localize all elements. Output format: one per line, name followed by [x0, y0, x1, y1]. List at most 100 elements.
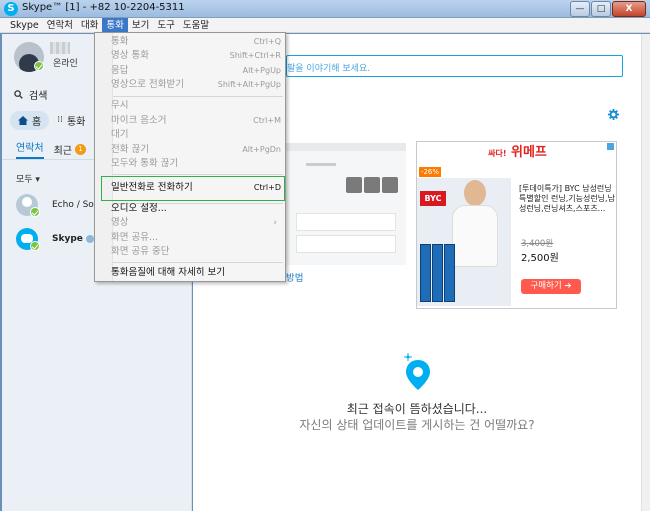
call-tab[interactable]: ⁞⁞ 통화	[57, 113, 85, 128]
minimize-button[interactable]: —	[570, 1, 590, 17]
menu-item-mute[interactable]: 마이크 음소거 Ctrl+M	[111, 114, 283, 128]
menu-item-label: 화면 공유 중단	[111, 246, 170, 257]
ad-buy-button[interactable]: 구매하기 ➔	[521, 279, 581, 294]
ad-packages	[420, 244, 456, 302]
menu-item-share-screen[interactable]: 화면 공유...	[111, 231, 283, 245]
search-row[interactable]: 검색	[14, 86, 47, 102]
menu-item-shortcut: Ctrl+Q	[253, 37, 281, 46]
call-menu-dropdown: 통화 Ctrl+Q 영상 통화 Shift+Ctrl+R 응답 Alt+PgUp 영상…	[94, 32, 286, 282]
location-pin-icon	[404, 353, 430, 390]
menu-contacts[interactable]: 연락처	[43, 18, 77, 33]
search-label: 검색	[29, 90, 48, 102]
menu-item-label: 오디오 설정...	[111, 203, 167, 214]
contact-name-text: Skype	[52, 234, 83, 244]
menu-item-hold[interactable]: 대기	[111, 128, 283, 142]
call-tab-label: 통화	[66, 116, 86, 128]
menu-item-hang-up[interactable]: 전화 끊기 Alt+PgDn	[111, 143, 283, 157]
menu-item-label: 전화 끊기	[111, 144, 149, 155]
menu-item-shortcut: Ctrl+D	[253, 183, 281, 192]
ad-package	[420, 244, 431, 302]
ad-package	[444, 244, 455, 302]
menu-call[interactable]: 통화	[102, 18, 128, 33]
maximize-button[interactable]: □	[591, 1, 611, 17]
menu-separator	[113, 262, 283, 263]
contact-item-echo[interactable]: Echo / Sou	[16, 194, 100, 217]
nav-row: 홈 ⁞⁞ 통화	[10, 110, 85, 130]
online-status-icon	[30, 207, 40, 217]
how-to-link[interactable]: 방법	[286, 270, 303, 284]
menu-tools[interactable]: 도구	[153, 18, 178, 33]
menu-help[interactable]: 도움말	[179, 18, 213, 33]
verified-icon	[85, 234, 94, 243]
contact-filter-dropdown[interactable]: 모두 ▾	[16, 172, 40, 185]
search-icon	[14, 89, 23, 99]
menu-item-video-call[interactable]: 영상 통화 Shift+Ctrl+R	[111, 49, 283, 63]
ad-logo: BYC	[420, 191, 446, 206]
tab-recent[interactable]: 최근 1	[53, 142, 87, 157]
contact-item-skype[interactable]: Skype	[16, 228, 94, 251]
ad-product-image[interactable]: BYC	[417, 178, 511, 306]
menu-item-shortcut: Alt+PgDn	[242, 145, 281, 154]
online-status-icon	[34, 61, 44, 71]
menu-bar: Skype 연락처 대화 통화 보기 도구 도움말	[0, 18, 650, 33]
menu-item-label: 영상으로 전화받기	[111, 79, 184, 90]
ad-old-price: 3,400원	[521, 239, 554, 249]
menu-skype[interactable]: Skype	[6, 18, 43, 33]
home-label: 홈	[32, 116, 42, 128]
menu-item-audio-settings[interactable]: 오디오 설정...	[111, 202, 283, 216]
menu-item-label: 영상 통화	[111, 50, 149, 61]
menu-item-shortcut: Ctrl+M	[253, 116, 281, 125]
my-name-blurred	[50, 42, 70, 54]
preview-header	[286, 143, 406, 151]
menu-item-label: 대기	[111, 129, 129, 140]
tab-recent-label: 최근	[53, 145, 73, 157]
menu-item-call-phone[interactable]: 일반전화로 전화하기 Ctrl+D	[111, 181, 283, 195]
advertisement[interactable]: 싸다! 위메프 -26% BYC [투데이특가] BYC 남성런닝 특별할인 런…	[416, 141, 617, 309]
empty-state-title: 최근 접속이 뜸하셨습니다...	[346, 402, 488, 416]
gear-icon[interactable]	[608, 109, 619, 120]
menu-item-call[interactable]: 통화 Ctrl+Q	[111, 35, 283, 49]
preview-thumb	[364, 177, 380, 193]
home-button[interactable]: 홈	[10, 110, 50, 130]
menu-item-hang-up-all[interactable]: 모두와 통화 끊기	[111, 157, 283, 171]
menu-item-label: 무시	[111, 100, 129, 111]
window-title: Skype™ [1] - +82 10-2204-5311	[22, 2, 185, 13]
menu-item-ignore[interactable]: 무시	[111, 99, 283, 113]
contact-name: Skype	[52, 234, 94, 244]
preview-row	[296, 235, 396, 253]
menu-item-label: 일반전화로 전화하기	[111, 182, 193, 193]
my-status-text[interactable]: 온라인	[53, 56, 78, 69]
menu-conversations[interactable]: 대화	[77, 18, 102, 33]
menu-item-stop-sharing[interactable]: 화면 공유 중단	[111, 245, 283, 259]
menu-item-label: 통화음질에 대해 자세히 보기	[111, 267, 225, 278]
vertical-scrollbar[interactable]	[641, 34, 650, 511]
ad-model	[464, 180, 486, 206]
mood-placeholder: 팔을 이야기해 보세요.	[287, 64, 371, 74]
promo-preview-image[interactable]	[286, 143, 406, 265]
menu-item-shortcut: Shift+Ctrl+R	[229, 51, 281, 60]
close-button[interactable]: X	[612, 1, 646, 17]
ad-brand-name: 위메프	[511, 145, 547, 160]
menu-item-video[interactable]: 영상 ›	[111, 216, 283, 230]
menu-item-answer[interactable]: 응답 Alt+PgUp	[111, 64, 283, 78]
menu-item-label: 영상	[111, 217, 129, 228]
title-bar: S Skype™ [1] - +82 10-2204-5311 — □ X	[0, 0, 650, 18]
menu-item-label: 응답	[111, 65, 129, 76]
contact-tabs: 연락처 최근 1	[16, 139, 87, 159]
filter-label: 모두	[16, 175, 33, 185]
ad-brand-prefix: 싸다!	[488, 149, 507, 158]
ad-choices-icon[interactable]	[607, 143, 614, 150]
ad-description: [투데이특가] BYC 남성런닝 특별할인 런닝,기능성런닝,남성런닝,런닝셔츠…	[519, 184, 615, 213]
mood-message-input[interactable]: 팔을 이야기해 보세요.	[286, 55, 623, 77]
home-icon	[18, 115, 28, 125]
menu-item-call-quality[interactable]: 통화음질에 대해 자세히 보기	[111, 266, 283, 280]
ad-package	[432, 244, 443, 302]
menu-item-label: 모두와 통화 끊기	[111, 158, 179, 169]
menu-item-shortcut: Shift+Alt+PgUp	[217, 80, 281, 89]
tab-contacts[interactable]: 연락처	[16, 139, 44, 159]
recent-count-badge: 1	[75, 143, 87, 155]
menu-item-answer-video[interactable]: 영상으로 전화받기 Shift+Alt+PgUp	[111, 78, 283, 92]
ad-discount-badge: -26%	[419, 167, 441, 177]
ad-model-shirt	[453, 206, 497, 266]
menu-view[interactable]: 보기	[128, 18, 153, 33]
